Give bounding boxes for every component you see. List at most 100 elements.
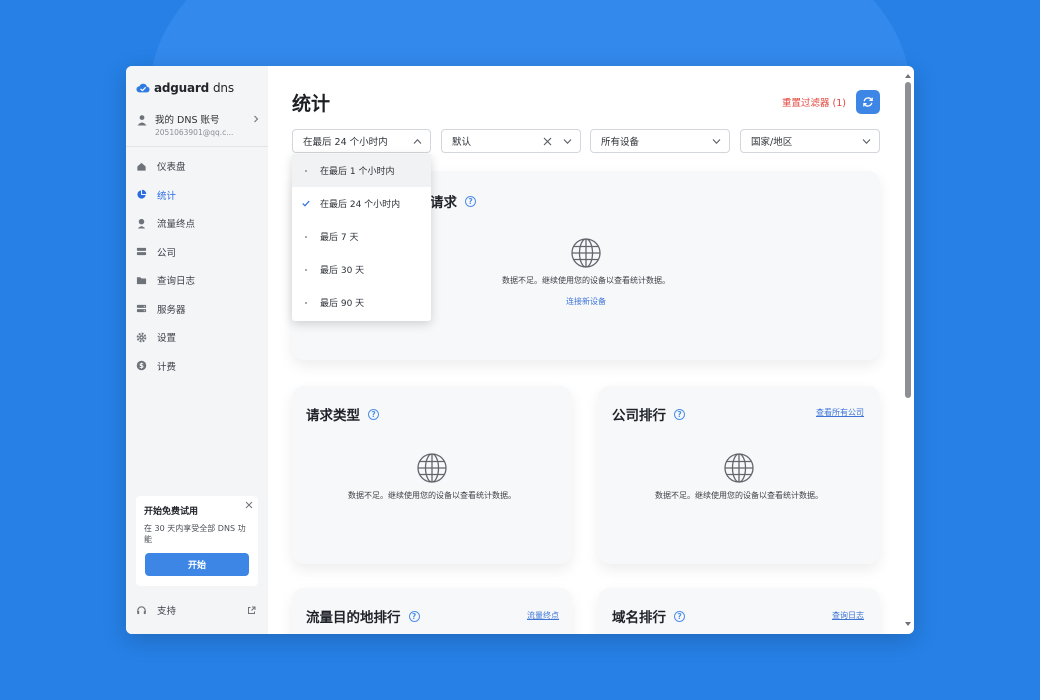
request-types-card: 请求类型 ? 数据不足。继续使用您的设备以查看统计数据。 (292, 386, 572, 564)
option-label: 在最后 1 个小时内 (320, 167, 395, 177)
sidebar-item-label: 统计 (157, 190, 177, 202)
time-range-dropdown: 在最后 1 个小时内 在最后 24 个小时内 最后 7 天 最后 30 天 最后… (292, 154, 431, 321)
time-option-7d[interactable]: 最后 7 天 (292, 220, 431, 253)
help-icon[interactable]: ? (465, 195, 476, 207)
sidebar-item-label: 仪表盘 (157, 162, 186, 174)
time-option-24h[interactable]: 在最后 24 个小时内 (292, 187, 431, 220)
country-select[interactable]: 国家/地区 (740, 129, 880, 153)
globe-icon (417, 453, 447, 483)
sidebar-item-company[interactable]: 公司 (126, 238, 268, 267)
card-title-text: 公司排行 (612, 408, 666, 424)
empty-state: 数据不足。继续使用您的设备以查看统计数据。 连接新设备 (482, 237, 690, 307)
account-menu[interactable]: 我的 DNS 账号 2051063901@qq.c... (136, 112, 260, 138)
sidebar-nav: 仪表盘 统计 流量终点 公司 查询日志 服务器 设置 $ 计费 (126, 152, 268, 380)
view-all-companies-link[interactable]: 查看所有公司 (816, 407, 864, 418)
sidebar-item-query-log[interactable]: 查询日志 (126, 266, 268, 295)
time-option-90d[interactable]: 最后 90 天 (292, 286, 431, 319)
sidebar: adguard dns 我的 DNS 账号 2051063901@qq.c...… (126, 66, 268, 634)
sidebar-item-servers[interactable]: 服务器 (126, 295, 268, 324)
time-range-select[interactable]: 在最后 24 个小时内 (292, 129, 431, 153)
pie-chart-icon (137, 189, 147, 199)
brand-name: adguard dns (154, 81, 234, 95)
reset-filter-link[interactable]: 重置过滤器 (1) (782, 95, 846, 109)
person-icon (137, 115, 147, 126)
sidebar-item-settings[interactable]: 设置 (126, 323, 268, 352)
card-title-text: 请求类型 (306, 408, 360, 424)
help-icon[interactable]: ? (368, 408, 379, 420)
option-bullet (302, 235, 310, 238)
vertical-scrollbar[interactable] (905, 74, 911, 626)
dollar-icon: $ (136, 360, 147, 371)
card-title-text: 流量目的地排行 (306, 610, 401, 626)
card-title: 请求类型 ? (306, 404, 379, 424)
refresh-button[interactable] (856, 90, 880, 114)
top-domains-card: 域名排行 ? 查询日志 (598, 588, 880, 634)
empty-state: 数据不足。继续使用您的设备以查看统计数据。 (635, 452, 843, 501)
sidebar-item-label: 服务器 (157, 304, 186, 316)
time-option-1h[interactable]: 在最后 1 个小时内 (292, 154, 431, 187)
cloud-check-icon (136, 83, 150, 93)
help-icon[interactable]: ? (408, 610, 420, 622)
traffic-endpoints-link[interactable]: 流量终点 (527, 610, 559, 621)
option-bullet (302, 268, 310, 271)
servers-icon (136, 305, 147, 313)
card-title: 流量目的地排行 ? (306, 606, 420, 626)
chevron-down-icon (862, 139, 871, 145)
option-label: 最后 7 天 (320, 233, 359, 243)
card-title-text: 域名排行 (612, 610, 666, 626)
empty-state-text: 数据不足。继续使用您的设备以查看统计数据。 (655, 491, 823, 500)
card-title-text: 请求 (430, 195, 457, 211)
dns-server-value: 默认 (452, 137, 472, 148)
globe-icon (571, 238, 601, 268)
time-option-30d[interactable]: 最后 30 天 (292, 253, 431, 286)
trial-description: 在 30 天内享受全部 DNS 功能 (144, 524, 246, 544)
sidebar-item-support[interactable]: 支持 (136, 603, 256, 617)
scroll-down-arrow-icon[interactable] (905, 622, 911, 626)
chevron-up-icon (413, 138, 422, 144)
sidebar-item-label: 计费 (157, 361, 177, 373)
start-trial-button[interactable]: 开始 (145, 553, 249, 576)
empty-state-text: 数据不足。继续使用您的设备以查看统计数据。 (502, 276, 670, 285)
main-content: 统计 重置过滤器 (1) 在最后 24 个小时内 默认 所有设备 国家/地区 请… (268, 66, 902, 634)
dns-server-select[interactable]: 默认 (441, 129, 581, 153)
sidebar-item-traffic-endpoints[interactable]: 流量终点 (126, 209, 268, 238)
help-icon[interactable]: ? (674, 610, 685, 622)
time-range-value: 在最后 24 个小时内 (303, 137, 388, 148)
user-pin-icon (137, 218, 146, 229)
scroll-up-arrow-icon[interactable] (905, 74, 911, 78)
option-label: 最后 30 天 (320, 266, 365, 276)
external-link-icon (248, 606, 256, 614)
sidebar-item-label: 设置 (157, 333, 177, 345)
option-bullet (302, 301, 310, 304)
option-bullet (302, 200, 310, 207)
server-icon (136, 248, 147, 256)
empty-state-text: 数据不足。继续使用您的设备以查看统计数据。 (348, 491, 516, 500)
brand-logo[interactable]: adguard dns (136, 81, 234, 95)
globe-icon (724, 453, 754, 483)
connect-device-link[interactable]: 连接新设备 (566, 296, 606, 307)
chevron-down-icon (712, 139, 721, 145)
headset-icon (137, 605, 146, 614)
svg-text:$: $ (139, 362, 144, 370)
sidebar-item-label: 流量终点 (157, 219, 196, 231)
card-title: 公司排行 ? (612, 404, 685, 424)
chevron-down-icon (563, 139, 572, 145)
close-icon[interactable] (245, 501, 253, 509)
sidebar-item-dashboard[interactable]: 仪表盘 (126, 152, 268, 181)
account-title: 我的 DNS 账号 (155, 115, 220, 126)
account-email: 2051063901@qq.c... (155, 128, 234, 137)
sidebar-item-statistics[interactable]: 统计 (126, 181, 268, 210)
scroll-thumb[interactable] (905, 82, 911, 398)
top-destinations-card: 流量目的地排行 ? 流量终点 (292, 588, 572, 634)
help-icon[interactable]: ? (674, 408, 685, 420)
app-window: adguard dns 我的 DNS 账号 2051063901@qq.c...… (126, 66, 914, 634)
device-value: 所有设备 (601, 137, 640, 148)
sidebar-item-billing[interactable]: $ 计费 (126, 352, 268, 381)
top-companies-card: 公司排行 ? 查看所有公司 数据不足。继续使用您的设备以查看统计数据。 (598, 386, 880, 564)
empty-state: 数据不足。继续使用您的设备以查看统计数据。 (328, 452, 536, 501)
sidebar-item-label: 查询日志 (157, 276, 196, 288)
sidebar-item-label: 公司 (157, 247, 177, 259)
query-log-link[interactable]: 查询日志 (832, 610, 864, 621)
device-select[interactable]: 所有设备 (590, 129, 730, 153)
clear-icon[interactable] (543, 137, 552, 146)
